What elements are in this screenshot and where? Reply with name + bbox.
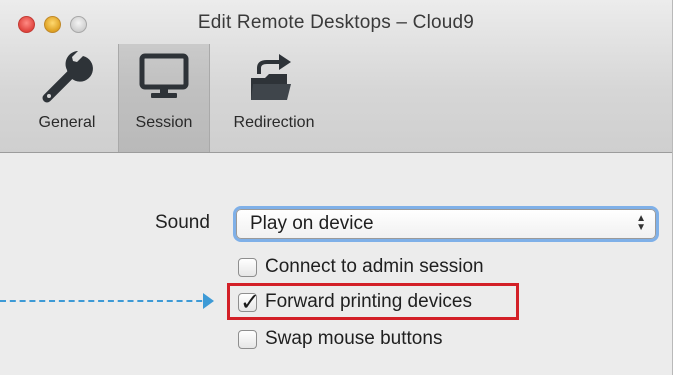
folder-share-icon <box>247 48 301 104</box>
tab-session[interactable]: Session <box>118 44 210 152</box>
sound-popup[interactable]: Play on device ▲ ▼ <box>236 209 656 239</box>
wrench-icon <box>37 48 97 104</box>
monitor-icon <box>138 48 190 104</box>
tab-general-label: General <box>38 114 96 131</box>
window-title: Edit Remote Desktops – Cloud9 <box>197 12 475 33</box>
window-titlebar: Edit Remote Desktops – Cloud9 General Se… <box>0 0 672 153</box>
connect-admin-session-option[interactable]: Connect to admin session <box>238 255 484 279</box>
sound-label: Sound <box>155 212 210 233</box>
connect-admin-session-checkbox[interactable] <box>238 257 257 277</box>
tab-session-label: Session <box>135 114 193 131</box>
swap-mouse-buttons-option[interactable]: Swap mouse buttons <box>238 327 442 351</box>
tab-general[interactable]: General <box>24 44 110 144</box>
popup-arrows-icon: ▲ ▼ <box>636 213 646 233</box>
pointer-arrow-icon <box>203 293 214 309</box>
swap-mouse-buttons-label: Swap mouse buttons <box>265 328 443 349</box>
tab-redirection[interactable]: Redirection <box>218 44 330 144</box>
highlight-annotation-box <box>227 283 519 320</box>
pointer-dashed-line <box>0 300 212 302</box>
sound-popup-value: Play on device <box>250 213 374 234</box>
connect-admin-session-label: Connect to admin session <box>265 256 484 277</box>
tab-redirection-label: Redirection <box>233 114 315 131</box>
swap-mouse-buttons-checkbox[interactable] <box>238 329 257 349</box>
